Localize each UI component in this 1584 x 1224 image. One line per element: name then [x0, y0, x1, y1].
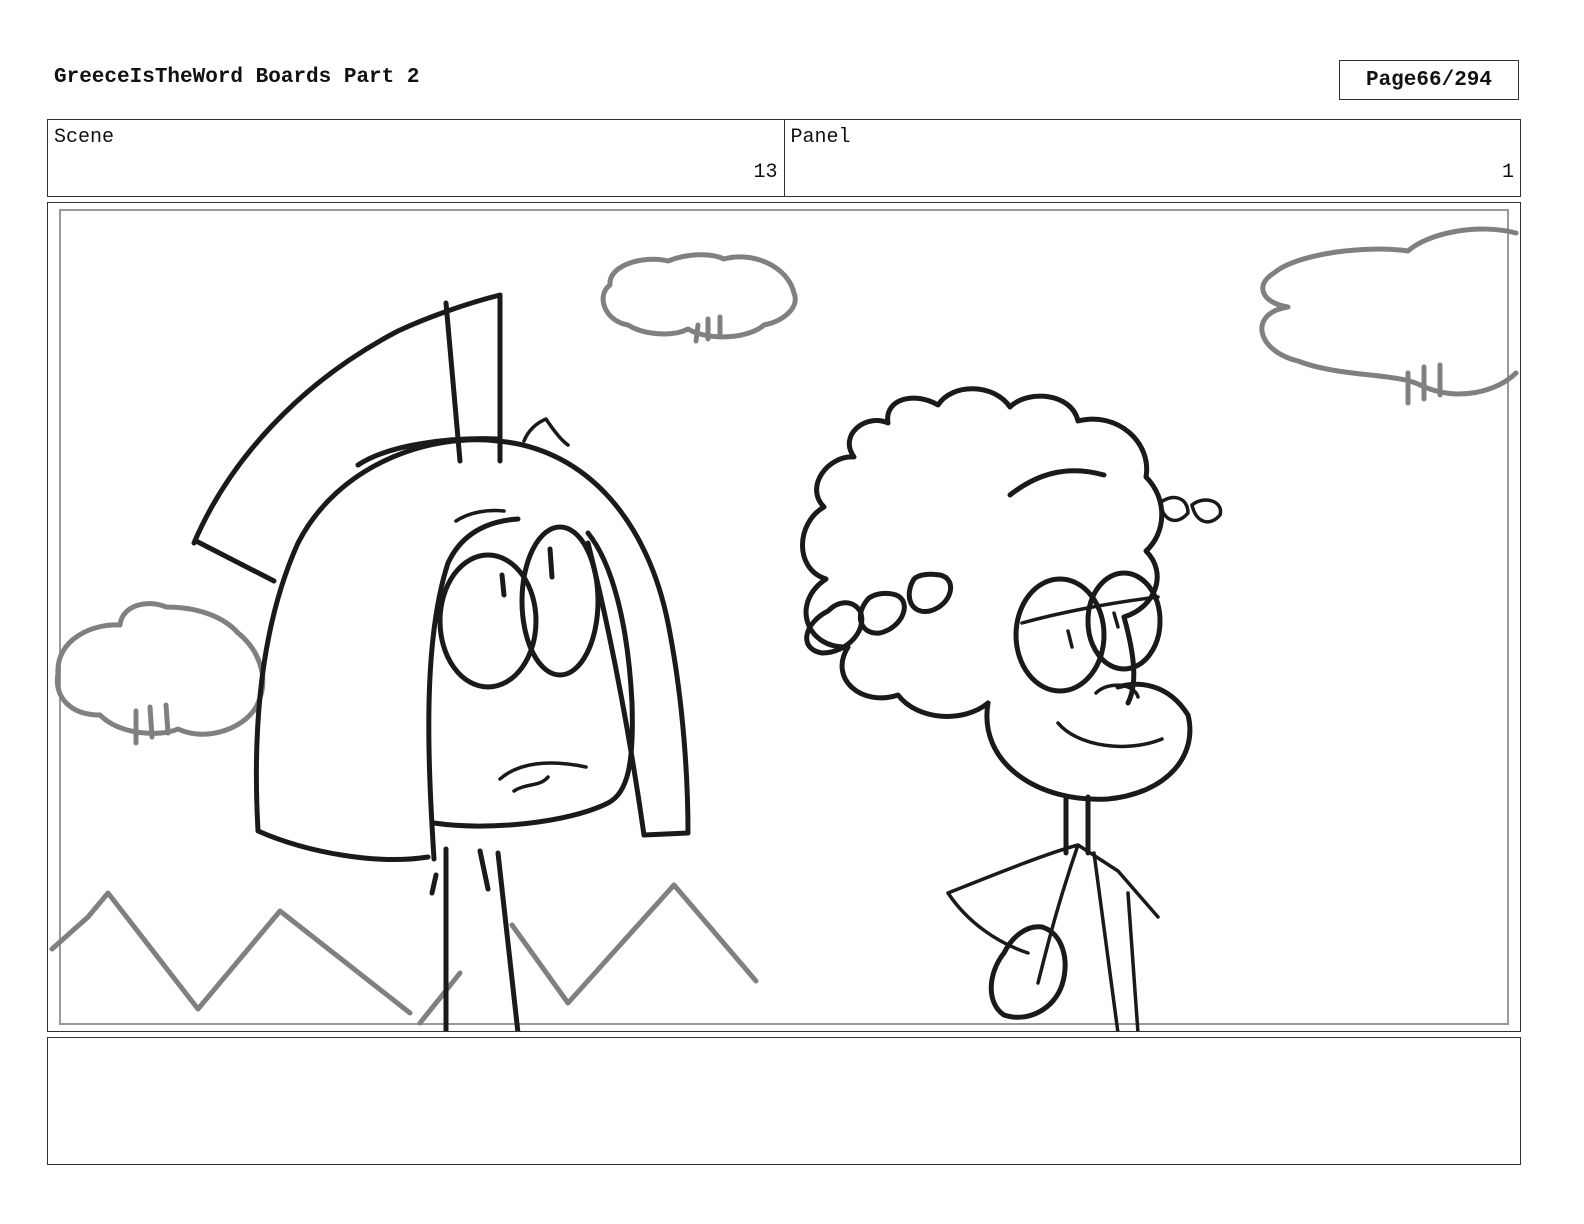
character-left-hair: [253, 436, 691, 862]
character-right-smile: [1056, 683, 1164, 749]
character-right-curls: [804, 571, 953, 656]
character-right-hair-tie: [1158, 495, 1223, 524]
panel-number: 1: [1501, 161, 1514, 184]
mountains: [49, 882, 759, 1026]
safe-area-border: [59, 209, 1509, 1025]
scene-number: 13: [753, 161, 778, 184]
panel-cell: Panel 1: [783, 120, 1521, 196]
scene-label: Scene: [54, 126, 115, 149]
scene-panel-row: Scene 13 Panel 1: [47, 119, 1521, 197]
storyboard-frame: [47, 202, 1521, 1032]
scene-cell: Scene 13: [48, 120, 784, 196]
cloud-top-center: [600, 252, 798, 344]
panel-label: Panel: [790, 126, 851, 149]
character-right-hair: [800, 386, 1165, 719]
cloud-top-right: [1259, 226, 1519, 406]
page-label: Page: [1365, 68, 1417, 92]
notes-box: [47, 1037, 1521, 1165]
character-right: [800, 386, 1223, 1031]
character-left-neck: [429, 846, 521, 1031]
page-number: 66/294: [1416, 68, 1493, 92]
storyboard-drawing: [49, 209, 1519, 1031]
character-left-mouth: [498, 761, 588, 793]
document-title: GreeceIsTheWord Boards Part 2: [54, 66, 420, 89]
character-left-brows: [454, 417, 570, 523]
cloud-left: [54, 601, 266, 746]
page-indicator: Page 66/294: [1339, 60, 1519, 100]
